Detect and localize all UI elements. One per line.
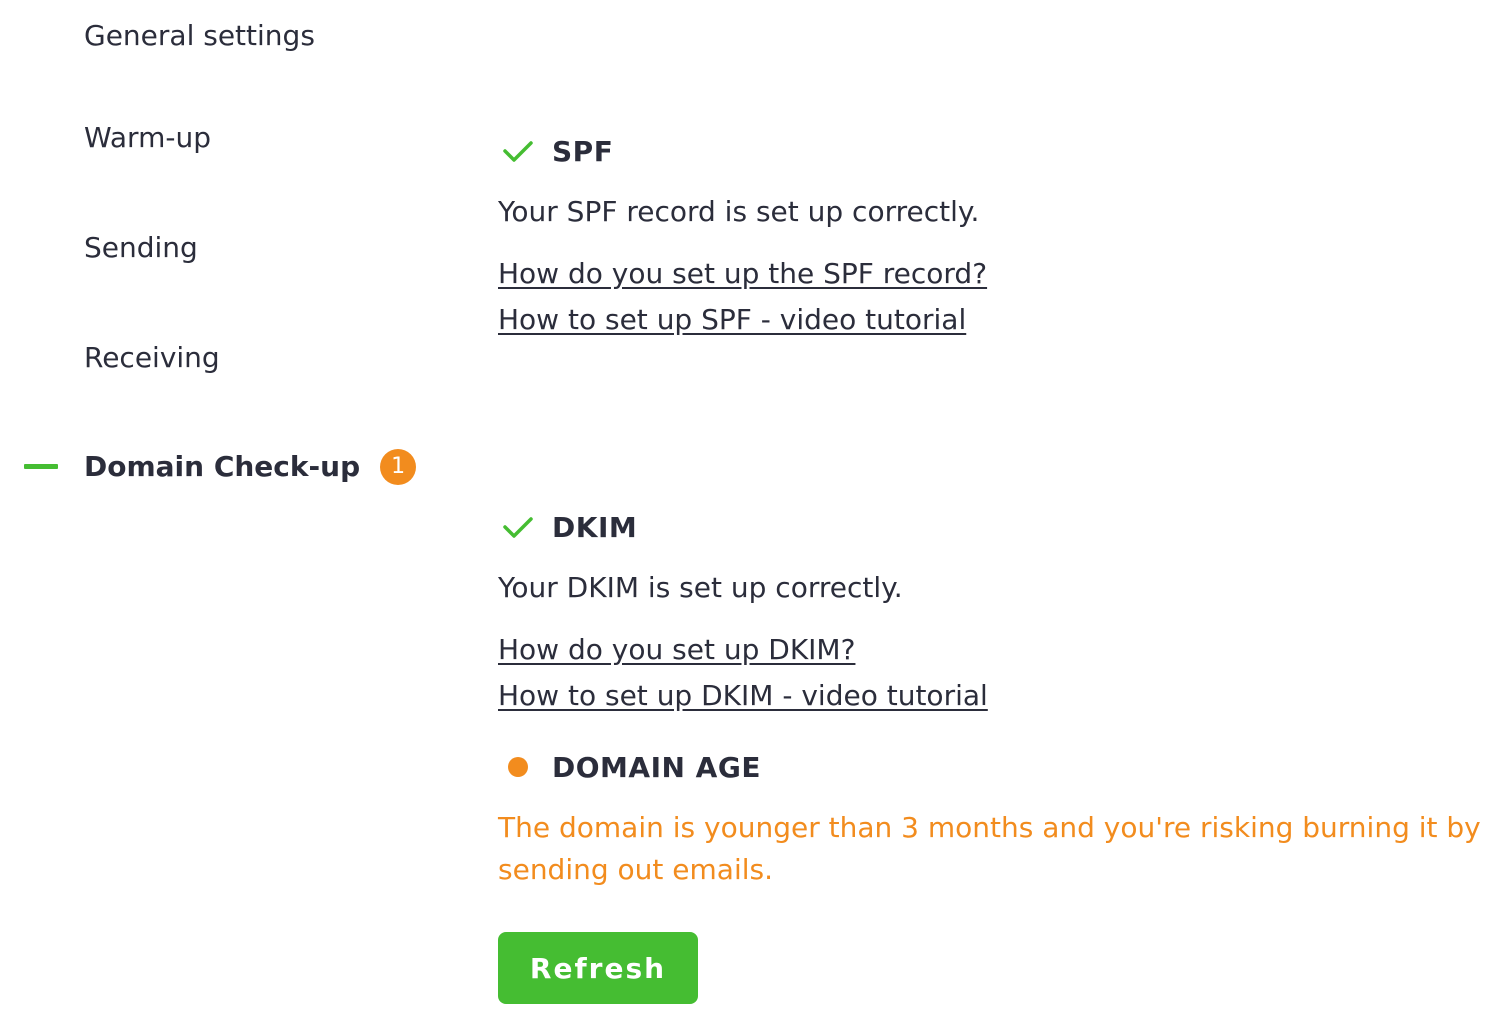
- spf-setup-link[interactable]: How do you set up the SPF record?: [498, 255, 987, 293]
- spf-description: Your SPF record is set up correctly.: [498, 195, 980, 228]
- sidebar-item-warm-up[interactable]: Warm-up: [84, 120, 211, 156]
- spf-title: SPF: [552, 134, 614, 168]
- sidebar-item-receiving[interactable]: Receiving: [84, 340, 220, 376]
- sidebar-item-sending[interactable]: Sending: [84, 230, 198, 266]
- dkim-heading: DKIM: [498, 509, 637, 545]
- sidebar-item-domain-check-up[interactable]: Domain Check-up 1: [84, 449, 417, 485]
- domain-age-heading: DOMAIN AGE: [498, 749, 761, 785]
- dkim-video-tutorial-link[interactable]: How to set up DKIM - video tutorial: [498, 677, 988, 715]
- spf-video-tutorial-link[interactable]: How to set up SPF - video tutorial: [498, 301, 966, 339]
- notification-badge: 1: [380, 449, 417, 485]
- sidebar-item-label: Domain Check-up: [84, 450, 361, 483]
- dkim-title: DKIM: [552, 510, 638, 544]
- domain-age-title: DOMAIN AGE: [552, 750, 761, 784]
- refresh-button[interactable]: Refresh: [498, 932, 698, 1004]
- check-icon: [498, 133, 538, 169]
- dkim-setup-link[interactable]: How do you set up DKIM?: [498, 631, 855, 669]
- spf-heading: SPF: [498, 133, 613, 169]
- domain-checkup-page: General settings Warm-up Sending Receivi…: [0, 0, 1491, 1027]
- warning-dot-icon: [498, 749, 538, 785]
- sidebar-item-general-settings[interactable]: General settings: [84, 18, 315, 54]
- active-item-marker: [24, 464, 58, 469]
- check-icon: [498, 509, 538, 545]
- dkim-description: Your DKIM is set up correctly.: [498, 571, 903, 604]
- domain-age-warning: The domain is younger than 3 months and …: [498, 811, 1481, 886]
